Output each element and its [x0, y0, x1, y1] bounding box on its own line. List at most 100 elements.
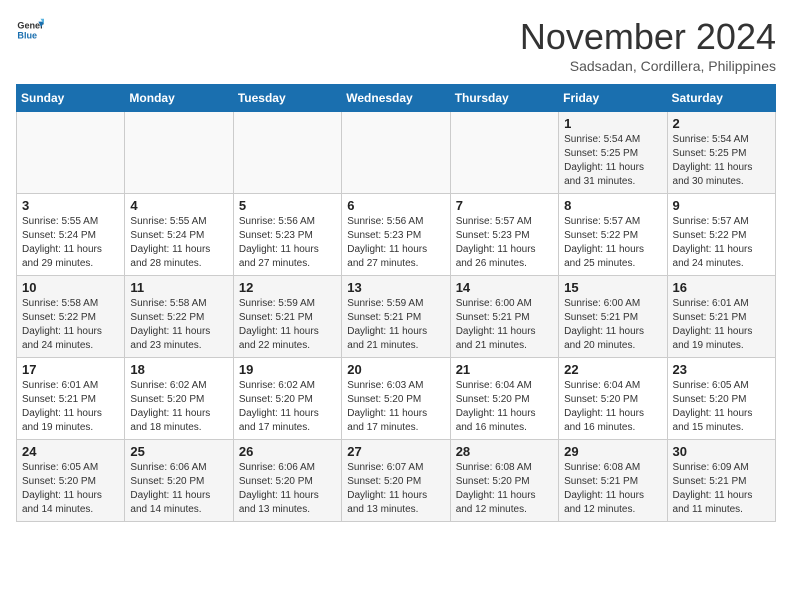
page-header: General Blue November 2024 Sadsadan, Cor… — [16, 16, 776, 74]
day-number: 4 — [130, 198, 227, 213]
day-info: Sunrise: 6:06 AMSunset: 5:20 PMDaylight:… — [239, 461, 336, 517]
day-info: Sunrise: 6:04 AMSunset: 5:20 PMDaylight:… — [456, 379, 553, 435]
calendar-cell — [233, 112, 341, 194]
day-info: Sunrise: 6:04 AMSunset: 5:20 PMDaylight:… — [564, 379, 661, 435]
calendar-cell: 26 Sunrise: 6:06 AMSunset: 5:20 PMDayligh… — [233, 440, 341, 522]
calendar-cell: 12 Sunrise: 5:59 AMSunset: 5:21 PMDayligh… — [233, 276, 341, 358]
day-info: Sunrise: 5:59 AMSunset: 5:21 PMDaylight:… — [347, 297, 444, 353]
weekday-header-monday: Monday — [125, 85, 233, 112]
day-number: 21 — [456, 362, 553, 377]
day-info: Sunrise: 6:05 AMSunset: 5:20 PMDaylight:… — [22, 461, 119, 517]
day-number: 3 — [22, 198, 119, 213]
day-number: 28 — [456, 444, 553, 459]
day-info: Sunrise: 5:55 AMSunset: 5:24 PMDaylight:… — [22, 215, 119, 271]
day-number: 17 — [22, 362, 119, 377]
day-number: 10 — [22, 280, 119, 295]
calendar-cell: 24 Sunrise: 6:05 AMSunset: 5:20 PMDayligh… — [17, 440, 125, 522]
weekday-header-saturday: Saturday — [667, 85, 775, 112]
day-info: Sunrise: 6:08 AMSunset: 5:20 PMDaylight:… — [456, 461, 553, 517]
calendar-cell: 15Sunrise: 6:00 AMSunset: 5:21 PMDayligh… — [559, 276, 667, 358]
calendar-cell: 20 Sunrise: 6:03 AMSunset: 5:20 PMDayligh… — [342, 358, 450, 440]
calendar-cell: 1Sunrise: 5:54 AMSunset: 5:25 PMDaylight… — [559, 112, 667, 194]
day-info: Sunrise: 6:01 AMSunset: 5:21 PMDaylight:… — [22, 379, 119, 435]
day-info: Sunrise: 6:00 AMSunset: 5:21 PMDaylight:… — [456, 297, 553, 353]
day-info: Sunrise: 5:55 AMSunset: 5:24 PMDaylight:… — [130, 215, 227, 271]
logo-icon: General Blue — [16, 16, 44, 44]
svg-text:Blue: Blue — [17, 30, 37, 40]
week-row-3: 10 Sunrise: 5:58 AMSunset: 5:22 PMDayligh… — [17, 276, 776, 358]
day-info: Sunrise: 6:01 AMSunset: 5:21 PMDaylight:… — [673, 297, 770, 353]
calendar-cell: 21 Sunrise: 6:04 AMSunset: 5:20 PMDayligh… — [450, 358, 558, 440]
calendar-cell: 13Sunrise: 5:59 AMSunset: 5:21 PMDayligh… — [342, 276, 450, 358]
day-number: 26 — [239, 444, 336, 459]
calendar-cell: 5 Sunrise: 5:56 AMSunset: 5:23 PMDaylight… — [233, 194, 341, 276]
day-number: 19 — [239, 362, 336, 377]
week-row-1: 1Sunrise: 5:54 AMSunset: 5:25 PMDaylight… — [17, 112, 776, 194]
calendar-table: SundayMondayTuesdayWednesdayThursdayFrid… — [16, 84, 776, 522]
day-number: 30 — [673, 444, 770, 459]
calendar-cell — [17, 112, 125, 194]
day-info: Sunrise: 5:58 AMSunset: 5:22 PMDaylight:… — [130, 297, 227, 353]
calendar-cell: 14Sunrise: 6:00 AMSunset: 5:21 PMDayligh… — [450, 276, 558, 358]
weekday-header-row: SundayMondayTuesdayWednesdayThursdayFrid… — [17, 85, 776, 112]
day-info: Sunrise: 6:09 AMSunset: 5:21 PMDaylight:… — [673, 461, 770, 517]
calendar-cell: 11 Sunrise: 5:58 AMSunset: 5:22 PMDayligh… — [125, 276, 233, 358]
day-number: 11 — [130, 280, 227, 295]
day-info: Sunrise: 5:54 AMSunset: 5:25 PMDaylight:… — [564, 133, 661, 189]
calendar-cell: 30 Sunrise: 6:09 AMSunset: 5:21 PMDayligh… — [667, 440, 775, 522]
day-number: 22 — [564, 362, 661, 377]
calendar-cell: 27Sunrise: 6:07 AMSunset: 5:20 PMDayligh… — [342, 440, 450, 522]
day-info: Sunrise: 5:58 AMSunset: 5:22 PMDaylight:… — [22, 297, 119, 353]
calendar-cell: 7Sunrise: 5:57 AMSunset: 5:23 PMDaylight… — [450, 194, 558, 276]
day-number: 5 — [239, 198, 336, 213]
calendar-cell: 10 Sunrise: 5:58 AMSunset: 5:22 PMDayligh… — [17, 276, 125, 358]
title-block: November 2024 Sadsadan, Cordillera, Phil… — [520, 16, 776, 74]
day-info: Sunrise: 6:08 AMSunset: 5:21 PMDaylight:… — [564, 461, 661, 517]
day-number: 25 — [130, 444, 227, 459]
day-info: Sunrise: 6:00 AMSunset: 5:21 PMDaylight:… — [564, 297, 661, 353]
calendar-cell: 6Sunrise: 5:56 AMSunset: 5:23 PMDaylight… — [342, 194, 450, 276]
week-row-4: 17 Sunrise: 6:01 AMSunset: 5:21 PMDayligh… — [17, 358, 776, 440]
day-number: 6 — [347, 198, 444, 213]
calendar-cell: 9 Sunrise: 5:57 AMSunset: 5:22 PMDaylight… — [667, 194, 775, 276]
day-info: Sunrise: 6:07 AMSunset: 5:20 PMDaylight:… — [347, 461, 444, 517]
month-title: November 2024 — [520, 16, 776, 58]
day-info: Sunrise: 6:03 AMSunset: 5:20 PMDaylight:… — [347, 379, 444, 435]
calendar-cell: 23Sunrise: 6:05 AMSunset: 5:20 PMDayligh… — [667, 358, 775, 440]
day-number: 8 — [564, 198, 661, 213]
week-row-5: 24 Sunrise: 6:05 AMSunset: 5:20 PMDayligh… — [17, 440, 776, 522]
day-info: Sunrise: 5:59 AMSunset: 5:21 PMDaylight:… — [239, 297, 336, 353]
day-info: Sunrise: 6:06 AMSunset: 5:20 PMDaylight:… — [130, 461, 227, 517]
day-number: 29 — [564, 444, 661, 459]
day-number: 7 — [456, 198, 553, 213]
calendar-cell: 19Sunrise: 6:02 AMSunset: 5:20 PMDayligh… — [233, 358, 341, 440]
calendar-cell: 16 Sunrise: 6:01 AMSunset: 5:21 PMDayligh… — [667, 276, 775, 358]
day-number: 16 — [673, 280, 770, 295]
location: Sadsadan, Cordillera, Philippines — [520, 58, 776, 74]
day-number: 2 — [673, 116, 770, 131]
calendar-cell — [342, 112, 450, 194]
day-info: Sunrise: 5:56 AMSunset: 5:23 PMDaylight:… — [239, 215, 336, 271]
calendar-cell: 2 Sunrise: 5:54 AMSunset: 5:25 PMDaylight… — [667, 112, 775, 194]
day-number: 24 — [22, 444, 119, 459]
day-info: Sunrise: 5:57 AMSunset: 5:22 PMDaylight:… — [673, 215, 770, 271]
logo: General Blue — [16, 16, 44, 44]
weekday-header-thursday: Thursday — [450, 85, 558, 112]
weekday-header-wednesday: Wednesday — [342, 85, 450, 112]
calendar-cell: 17 Sunrise: 6:01 AMSunset: 5:21 PMDayligh… — [17, 358, 125, 440]
weekday-header-sunday: Sunday — [17, 85, 125, 112]
day-info: Sunrise: 5:54 AMSunset: 5:25 PMDaylight:… — [673, 133, 770, 189]
day-number: 12 — [239, 280, 336, 295]
day-number: 9 — [673, 198, 770, 213]
day-number: 20 — [347, 362, 444, 377]
calendar-cell: 28 Sunrise: 6:08 AMSunset: 5:20 PMDayligh… — [450, 440, 558, 522]
calendar-cell: 29 Sunrise: 6:08 AMSunset: 5:21 PMDayligh… — [559, 440, 667, 522]
day-number: 18 — [130, 362, 227, 377]
calendar-cell — [125, 112, 233, 194]
calendar-cell: 4 Sunrise: 5:55 AMSunset: 5:24 PMDaylight… — [125, 194, 233, 276]
weekday-header-friday: Friday — [559, 85, 667, 112]
calendar-cell: 22 Sunrise: 6:04 AMSunset: 5:20 PMDayligh… — [559, 358, 667, 440]
day-info: Sunrise: 6:02 AMSunset: 5:20 PMDaylight:… — [130, 379, 227, 435]
calendar-cell — [450, 112, 558, 194]
day-number: 23 — [673, 362, 770, 377]
